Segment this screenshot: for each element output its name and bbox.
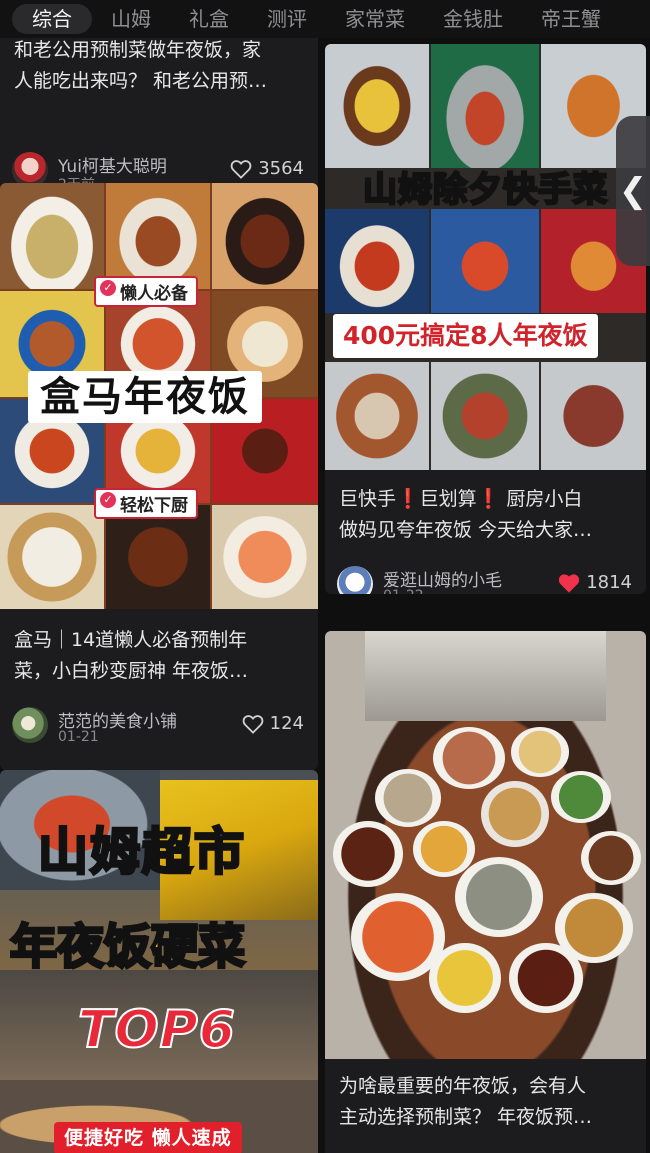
feed-card[interactable]: 和老公用预制菜做年夜饭，家 人能吃出来吗？ 和老公用预… Yui柯基大聪明 2天… <box>0 28 318 206</box>
feed-card[interactable]: 为啥最重要的年夜饭，会有人 主动选择预制菜？ 年夜饭预… <box>325 631 646 1153</box>
tab-sams[interactable]: 山姆 <box>92 4 170 34</box>
tab-review[interactable]: 测评 <box>248 4 326 34</box>
heart-filled-icon <box>559 573 580 593</box>
badge-lazy-essential: ✓ 懒人必备 <box>94 276 198 307</box>
badge-easy-cook: ✓ 轻松下厨 <box>94 488 198 519</box>
tab-tripe[interactable]: 金钱肚 <box>424 4 522 34</box>
side-panel-handle[interactable]: ❮ <box>616 116 650 266</box>
cover-image[interactable]: 山姆除夕快手菜 400元搞定8人年夜饭 <box>325 44 646 470</box>
cover-subtitle: 年夜饭硬菜 <box>9 919 247 977</box>
cover-subtitle: 400元搞定8人年夜饭 <box>333 314 598 358</box>
card-desc-line: 为啥最重要的年夜饭，会有人 <box>339 1075 587 1097</box>
card-desc-line: 人能吃出来吗？ 和老公用预… <box>14 70 268 92</box>
card-desc-line: 做妈见夸年夜饭 今天给大家… <box>339 519 593 541</box>
card-desc-line: 菜，小白秒变厨神 年夜饭… <box>14 660 249 682</box>
like-count: 124 <box>269 713 304 734</box>
card-desc-line: 和老公用预制菜做年夜饭，家 <box>14 39 262 61</box>
avatar[interactable] <box>337 566 373 594</box>
post-date: 01-21 <box>58 729 99 745</box>
tab-home-cooking[interactable]: 家常菜 <box>326 4 424 34</box>
card-meta: 爱逛山姆的小毛 01-22 1814 <box>337 566 632 594</box>
cover-image[interactable]: 山姆超市 年夜饭硬菜 TOP6 便捷好吃 懒人速成 <box>0 770 318 1153</box>
card-desc-line: 主动选择预制菜？ 年夜饭预… <box>339 1106 593 1128</box>
post-date: 01-22 <box>383 588 424 594</box>
check-icon: ✓ <box>100 492 116 508</box>
cover-ranking: TOP6 <box>77 999 236 1061</box>
feed-card[interactable]: 山姆除夕快手菜 400元搞定8人年夜饭 巨快手❗️巨划算❗️ 厨房小白 做妈见夸… <box>325 44 646 594</box>
heart-outline-icon <box>230 159 252 179</box>
card-meta: 范范的美食小铺 01-21 124 <box>12 707 304 747</box>
like-count: 3564 <box>258 158 304 179</box>
avatar[interactable] <box>12 707 48 743</box>
cover-image[interactable] <box>325 631 646 1059</box>
cover-title: 山姆除夕快手菜 <box>362 169 609 212</box>
card-desc-line: 盒马｜14道懒人必备预制年 <box>14 629 248 651</box>
like-button[interactable]: 124 <box>242 713 304 734</box>
check-icon: ✓ <box>100 280 116 296</box>
tab-gift-box[interactable]: 礼盒 <box>170 4 248 34</box>
cover-tagline: 便捷好吃 懒人速成 <box>54 1122 242 1153</box>
like-button[interactable]: 1814 <box>558 572 632 593</box>
category-tab-bar: 综合 山姆 礼盒 测评 家常菜 金钱肚 帝王蟹 <box>0 0 650 38</box>
card-desc-line: 巨快手❗️巨划算❗️ 厨房小白 <box>339 488 583 510</box>
cover-image[interactable]: ✓ 懒人必备 盒马年夜饭 ✓ 轻松下厨 <box>0 183 318 609</box>
cover-title: 盒马年夜饭 <box>28 371 262 423</box>
like-button[interactable]: 3564 <box>230 158 304 179</box>
feed-card[interactable]: 山姆超市 年夜饭硬菜 TOP6 便捷好吃 懒人速成 <box>0 770 318 1153</box>
chevron-left-icon: ❮ <box>618 171 648 211</box>
tab-king-crab[interactable]: 帝王蟹 <box>522 4 620 34</box>
tab-all[interactable]: 综合 <box>12 4 92 34</box>
cover-title: 山姆超市 <box>37 822 246 883</box>
feed-card[interactable]: ✓ 懒人必备 盒马年夜饭 ✓ 轻松下厨 盒马｜14道懒人必备预制年 菜，小白秒变… <box>0 183 318 770</box>
like-count: 1814 <box>586 572 632 593</box>
heart-outline-icon <box>242 714 263 734</box>
